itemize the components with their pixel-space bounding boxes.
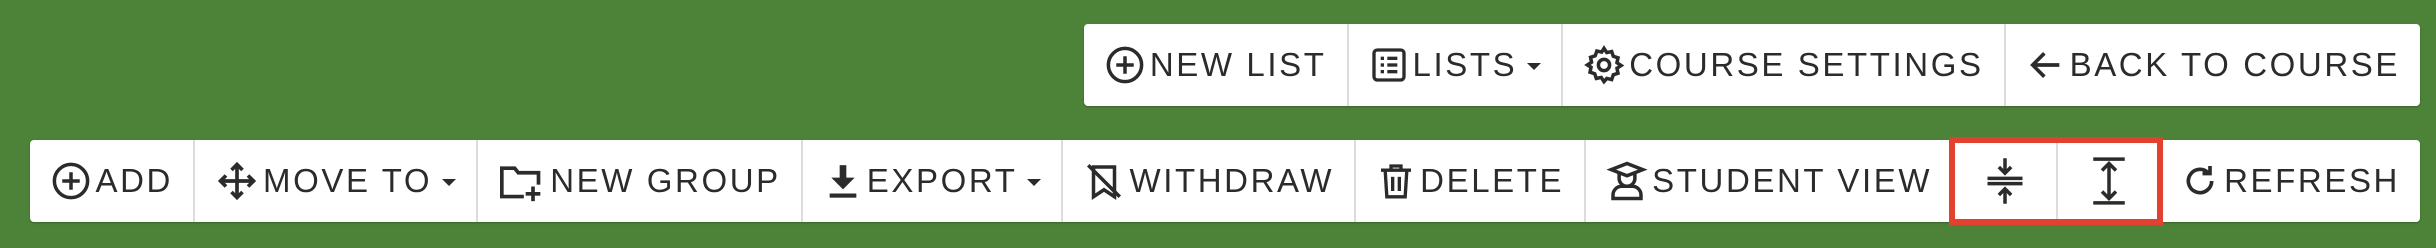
folder-plus-icon	[498, 159, 546, 203]
withdraw-label: WITHDRAW	[1129, 162, 1335, 199]
collapse-expand-group	[1949, 137, 2164, 225]
move-to-label: MOVE TO	[263, 162, 433, 199]
bookmark-off-icon	[1083, 160, 1125, 202]
chevron-down-icon	[1527, 62, 1542, 70]
trash-icon	[1376, 160, 1416, 202]
plus-circle-icon	[1104, 44, 1146, 86]
back-to-course-label: BACK TO COURSE	[2069, 46, 2400, 83]
top-toolbar: NEW LIST LISTS COURSE SETTINGS BACK TO C…	[1083, 24, 2420, 106]
list-icon	[1369, 45, 1409, 85]
back-to-course-button[interactable]: BACK TO COURSE	[2003, 24, 2420, 106]
add-button[interactable]: ADD	[30, 140, 193, 222]
add-label: ADD	[95, 162, 173, 199]
expand-all-button[interactable]	[2056, 140, 2160, 222]
new-list-label: NEW LIST	[1149, 46, 1327, 83]
chevron-down-icon	[1027, 178, 1042, 186]
course-settings-button[interactable]: COURSE SETTINGS	[1561, 24, 2003, 106]
withdraw-button[interactable]: WITHDRAW	[1061, 140, 1354, 222]
refresh-label: REFRESH	[2224, 162, 2400, 199]
download-icon	[823, 160, 863, 202]
expand-vertical-icon	[2088, 156, 2130, 206]
refresh-button[interactable]: REFRESH	[2160, 140, 2420, 222]
refresh-icon	[2180, 161, 2220, 201]
export-dropdown-button[interactable]: EXPORT	[800, 140, 1062, 222]
plus-circle-icon	[50, 160, 92, 202]
arrow-left-icon	[2026, 45, 2066, 85]
student-view-button[interactable]: STUDENT VIEW	[1584, 140, 1952, 222]
move-to-dropdown-button[interactable]: MOVE TO	[193, 140, 476, 222]
course-settings-label: COURSE SETTINGS	[1629, 46, 1984, 83]
collapse-vertical-icon	[1984, 156, 2026, 206]
new-group-button[interactable]: NEW GROUP	[476, 140, 801, 222]
new-list-button[interactable]: NEW LIST	[1084, 24, 1347, 106]
bottom-toolbar: ADD MOVE TO NEW GROUP EXPORT WITHDRAW DE…	[29, 137, 2420, 225]
move-arrows-icon	[215, 159, 259, 203]
lists-label: LISTS	[1412, 46, 1518, 83]
lists-dropdown-button[interactable]: LISTS	[1346, 24, 1562, 106]
gear-icon	[1583, 44, 1625, 86]
student-icon	[1606, 160, 1648, 202]
chevron-down-icon	[442, 178, 457, 186]
new-group-label: NEW GROUP	[550, 162, 781, 199]
delete-label: DELETE	[1420, 162, 1565, 199]
collapse-all-button[interactable]	[1954, 140, 2056, 222]
delete-button[interactable]: DELETE	[1354, 140, 1584, 222]
student-view-label: STUDENT VIEW	[1652, 162, 1933, 199]
export-label: EXPORT	[866, 162, 1018, 199]
